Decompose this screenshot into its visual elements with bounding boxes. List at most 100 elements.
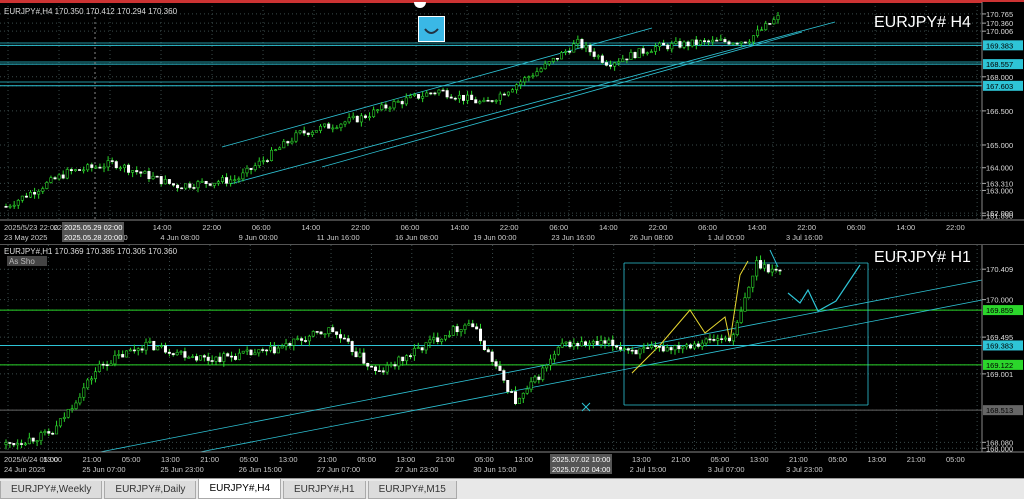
candle-body [200, 180, 204, 183]
candle-body [755, 260, 759, 277]
candle-body [319, 125, 323, 131]
candle-body [20, 195, 24, 201]
chart-tab-eurjpy-weekly[interactable]: EURJPY#,Weekly [0, 481, 103, 499]
candle-body [47, 431, 51, 434]
candle-body [175, 352, 179, 356]
candle-body [724, 337, 728, 340]
trend-line [199, 299, 983, 453]
h1-chart-panel[interactable]: 170.409 170.000 169.859 169.495 169.383 169.1… [0, 244, 1024, 476]
candle-body [307, 335, 311, 342]
candle-body [494, 100, 498, 102]
candle-body [720, 338, 724, 340]
candle-body [735, 42, 739, 45]
candle-body [117, 354, 121, 356]
as-shot-label: As Sho [9, 257, 35, 266]
chart-object-icon[interactable] [418, 16, 445, 42]
candle-body [716, 338, 720, 341]
time-label: 14:00 [450, 223, 469, 232]
time-label: 06:00 [549, 223, 568, 232]
candle-body [233, 356, 237, 360]
candle-body [673, 345, 677, 351]
candle-body [470, 94, 474, 100]
price-label: 169.122 [986, 361, 1013, 370]
candle-body [135, 170, 139, 173]
h1-symbol-label: EURJPY# H1 [874, 249, 971, 266]
candle-body [723, 39, 727, 43]
candle-body [642, 347, 646, 350]
candle-body [286, 141, 290, 144]
candle-body [678, 41, 682, 48]
candle-body [230, 355, 234, 358]
candle-body [163, 345, 167, 353]
candle-body [335, 331, 339, 335]
candle-body [666, 44, 670, 50]
time-label: 21:00 [671, 455, 690, 464]
chart-tab-eurjpy-h1[interactable]: EURJPY#,H1 [283, 481, 366, 499]
candle-body [457, 94, 461, 100]
candle-body [510, 89, 514, 93]
candle-body [479, 328, 483, 342]
time-label: 13:00 [632, 455, 651, 464]
candle-body [425, 92, 429, 97]
candle-body [712, 339, 716, 341]
price-label: 168.000 [986, 73, 1013, 82]
candle-body [727, 41, 731, 45]
candle-body [381, 370, 385, 373]
candle-body [8, 442, 12, 444]
candle-body [498, 365, 502, 371]
h4-chart-canvas[interactable]: 170.765170.360170.006169.383168.557168.0… [0, 2, 1024, 243]
candle-body [486, 99, 490, 102]
time-label: 27 Jun 23:00 [395, 465, 438, 474]
candle-body [739, 310, 743, 323]
candle-body [409, 355, 413, 357]
candle-body [572, 43, 576, 53]
candle-body [654, 345, 658, 347]
chart-tab-eurjpy-m15[interactable]: EURJPY#,M15 [367, 481, 457, 499]
chart-tab-eurjpy-h4[interactable]: EURJPY#,H4 [198, 479, 282, 499]
time-label: 11 Jun 16:00 [317, 233, 360, 242]
candle-body [127, 164, 131, 173]
candle-body [747, 286, 751, 299]
candle-body [630, 349, 634, 352]
candle-body [551, 57, 555, 62]
candle-body [268, 346, 272, 351]
candle-body [421, 95, 425, 99]
h1-chart-canvas[interactable]: 170.409170.000169.859169.495169.383169.1… [0, 245, 1024, 476]
candle-body [580, 341, 584, 347]
candle-body [204, 180, 208, 184]
candle-body [466, 94, 470, 101]
trend-line [99, 279, 983, 453]
candle-body [657, 346, 661, 348]
candle-body [510, 391, 514, 393]
candle-body [43, 431, 47, 434]
candle-body [486, 349, 490, 353]
candle-body [396, 101, 400, 103]
candle-body [515, 84, 519, 91]
candle-body [253, 352, 257, 356]
time-label: 13:00 [750, 455, 769, 464]
candle-body [453, 97, 457, 100]
candle-body [222, 353, 226, 362]
candle-body [482, 99, 486, 102]
candle-body [206, 356, 210, 361]
time-label: 25 Jun 07:00 [82, 465, 125, 474]
candle-body [94, 166, 98, 169]
candle-body [4, 442, 8, 445]
time-label: 05:00 [240, 455, 259, 464]
time-label: 06:00 [401, 223, 420, 232]
candle-body [20, 443, 24, 445]
chart-tab-eurjpy-daily[interactable]: EURJPY#,Daily [104, 481, 197, 499]
h4-chart-panel[interactable]: 170.765 170.360 170.006 169.383 168.557 168.0… [0, 0, 1024, 243]
time-label: 30 Jun 15:00 [473, 465, 516, 474]
candle-body [113, 355, 117, 365]
candle-body [564, 51, 568, 53]
candle-body [37, 191, 41, 195]
candle-body [441, 89, 445, 92]
candle-body [241, 172, 245, 180]
candle-body [638, 348, 642, 355]
time-label: 23 Jun 16:00 [551, 233, 594, 242]
candle-body [587, 342, 591, 346]
price-label: 169.383 [986, 341, 1013, 350]
candle-body [595, 341, 599, 345]
price-label: 164.000 [986, 164, 1013, 173]
